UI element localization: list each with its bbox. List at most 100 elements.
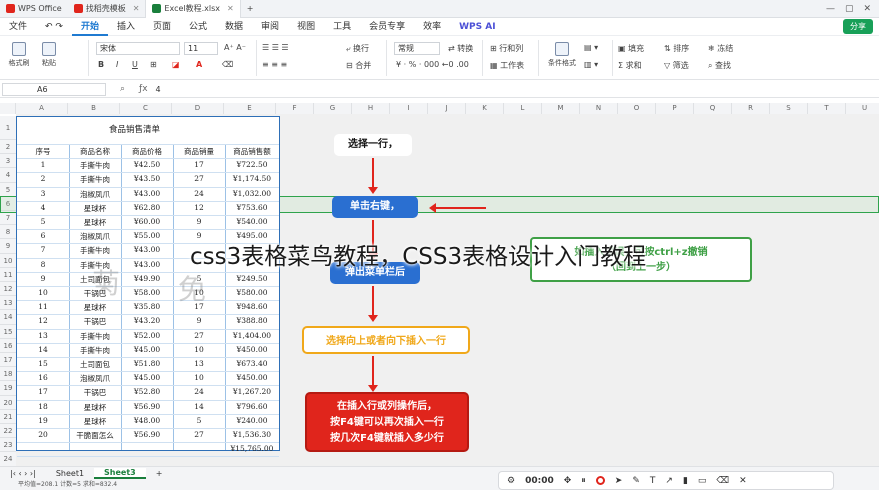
- sheet-nav-icons[interactable]: |‹ ‹ › ›|: [0, 469, 46, 478]
- filter-button[interactable]: ▽ 筛选: [664, 60, 689, 71]
- merge-button[interactable]: ⊟ 合并: [346, 60, 371, 71]
- close-recorder-icon[interactable]: ✕: [739, 476, 747, 486]
- table-cell[interactable]: ¥51.80: [121, 359, 173, 368]
- table-cell[interactable]: ¥948.60: [225, 302, 279, 311]
- tab-template[interactable]: 找稻壳模板 ✕: [68, 0, 146, 18]
- menu-view[interactable]: 视图: [288, 18, 324, 36]
- table-cell[interactable]: 10: [173, 373, 225, 382]
- font-size-adjust-icon[interactable]: A⁺ A⁻: [224, 43, 246, 52]
- menu-data[interactable]: 数据: [216, 18, 252, 36]
- cond-format-button[interactable]: 条件格式: [544, 42, 580, 68]
- format-painter-button[interactable]: 格式刷: [6, 42, 32, 68]
- row-header[interactable]: 22: [0, 424, 16, 439]
- table-cell[interactable]: ¥35.80: [121, 302, 173, 311]
- column-header[interactable]: U: [846, 103, 879, 114]
- column-header[interactable]: T: [808, 103, 846, 114]
- row-header[interactable]: 1: [0, 116, 16, 140]
- table-cell[interactable]: 13: [17, 331, 69, 340]
- table-cell[interactable]: 干锅巴: [69, 316, 121, 327]
- row-header[interactable]: 7: [0, 211, 16, 226]
- table-cell[interactable]: 星球杯: [69, 302, 121, 313]
- table-cell[interactable]: ¥580.00: [225, 288, 279, 297]
- table-cell[interactable]: ¥388.80: [225, 316, 279, 325]
- table-cell[interactable]: 手撕牛肉: [69, 331, 121, 342]
- column-header[interactable]: F: [276, 103, 314, 114]
- row-header[interactable]: 5: [0, 182, 16, 197]
- number-style-icons[interactable]: ¥ · % · 000 ←0 .00: [396, 60, 469, 69]
- table-cell[interactable]: 星球杯: [69, 416, 121, 427]
- table-cell[interactable]: 星球杯: [69, 402, 121, 413]
- table-cell[interactable]: ¥55.00: [121, 231, 173, 240]
- name-box[interactable]: A6: [2, 82, 106, 96]
- table-cell[interactable]: 27: [173, 331, 225, 340]
- arrow-tool-icon[interactable]: ↗: [665, 476, 673, 486]
- table-cell[interactable]: 6: [17, 231, 69, 240]
- menu-tools[interactable]: 工具: [324, 18, 360, 36]
- table-cell[interactable]: ¥58.00: [121, 288, 173, 297]
- close-icon[interactable]: ✕: [133, 4, 140, 13]
- table-cell[interactable]: 8: [17, 260, 69, 269]
- table-cell[interactable]: 商品销量: [173, 146, 225, 157]
- table-cell[interactable]: 星球杯: [69, 217, 121, 228]
- table-cell[interactable]: ¥796.60: [225, 402, 279, 411]
- table-cell[interactable]: ¥43.00: [121, 260, 173, 269]
- table-cell[interactable]: 5: [17, 217, 69, 226]
- table-cell[interactable]: 14: [173, 402, 225, 411]
- table-cell[interactable]: 13: [173, 359, 225, 368]
- table-cell[interactable]: ¥1,032.00: [225, 189, 279, 198]
- fill-button[interactable]: ▣ 填充: [618, 43, 644, 54]
- table-cell[interactable]: 27: [173, 174, 225, 183]
- cell-style-icon[interactable]: ▥ ▾: [584, 60, 598, 69]
- column-header[interactable]: Q: [694, 103, 732, 114]
- table-cell[interactable]: ¥48.00: [121, 416, 173, 425]
- table-cell[interactable]: ¥1,404.00: [225, 331, 279, 340]
- table-cell[interactable]: ¥1,174.50: [225, 174, 279, 183]
- table-cell[interactable]: 17: [173, 160, 225, 169]
- table-cell[interactable]: 5: [173, 416, 225, 425]
- close-window-icon[interactable]: ✕: [863, 4, 871, 14]
- new-tab-button[interactable]: +: [241, 0, 260, 18]
- menu-file[interactable]: 文件: [0, 18, 36, 36]
- table-cell[interactable]: ¥540.00: [225, 217, 279, 226]
- table-cell[interactable]: 干锅巴: [69, 387, 121, 398]
- menu-member[interactable]: 会员专享: [360, 18, 414, 36]
- table-cell[interactable]: ¥45.00: [121, 373, 173, 382]
- row-header[interactable]: 9: [0, 239, 16, 254]
- table-cell[interactable]: 18: [17, 402, 69, 411]
- font-size-select[interactable]: 11: [184, 42, 218, 55]
- column-header[interactable]: I: [390, 103, 428, 114]
- row-header[interactable]: 24: [0, 452, 16, 467]
- menu-page[interactable]: 页面: [144, 18, 180, 36]
- eraser-icon[interactable]: ⌫: [222, 60, 233, 69]
- table-cell[interactable]: 泡椒凤爪: [69, 373, 121, 384]
- table-cell[interactable]: 24: [173, 387, 225, 396]
- align-left-icon[interactable]: ≡ ≡ ≡: [262, 60, 287, 69]
- table-cell[interactable]: ¥52.80: [121, 387, 173, 396]
- share-button[interactable]: 分享: [843, 19, 873, 34]
- zoom-icon[interactable]: ⌕: [120, 84, 125, 94]
- sort-button[interactable]: ⇅ 排序: [664, 43, 689, 54]
- menu-formula[interactable]: 公式: [180, 18, 216, 36]
- sales-table[interactable]: 食品销售清单 序号 商品名称 商品价格 商品销量 商品销售额 1 手撕牛肉 ¥42.50 17 ¥…: [16, 116, 280, 458]
- table-cell[interactable]: 商品名称: [69, 146, 121, 157]
- text-icon[interactable]: T: [650, 476, 656, 486]
- tab-excel-file[interactable]: Excel教程.xlsx ✕: [145, 0, 241, 18]
- underline-icon[interactable]: U: [132, 60, 138, 69]
- row-header[interactable]: 18: [0, 367, 16, 382]
- fill-color-icon[interactable]: ◪: [172, 60, 180, 69]
- column-header[interactable]: A: [16, 103, 68, 114]
- formula-input[interactable]: 4: [156, 85, 161, 94]
- table-cell[interactable]: ¥450.00: [225, 345, 279, 354]
- table-cell[interactable]: ¥45.00: [121, 345, 173, 354]
- shape-icon[interactable]: ▭: [698, 476, 707, 486]
- table-cell[interactable]: 12: [173, 203, 225, 212]
- column-header[interactable]: S: [770, 103, 808, 114]
- column-header[interactable]: L: [504, 103, 542, 114]
- row-header[interactable]: 11: [0, 267, 16, 282]
- pen-icon[interactable]: ✎: [632, 476, 640, 486]
- sheet-tab-sheet1[interactable]: Sheet1: [46, 469, 94, 478]
- row-header[interactable]: 2: [0, 140, 16, 155]
- table-cell[interactable]: 19: [17, 416, 69, 425]
- row-header[interactable]: 17: [0, 353, 16, 368]
- add-sheet-button[interactable]: +: [146, 469, 173, 478]
